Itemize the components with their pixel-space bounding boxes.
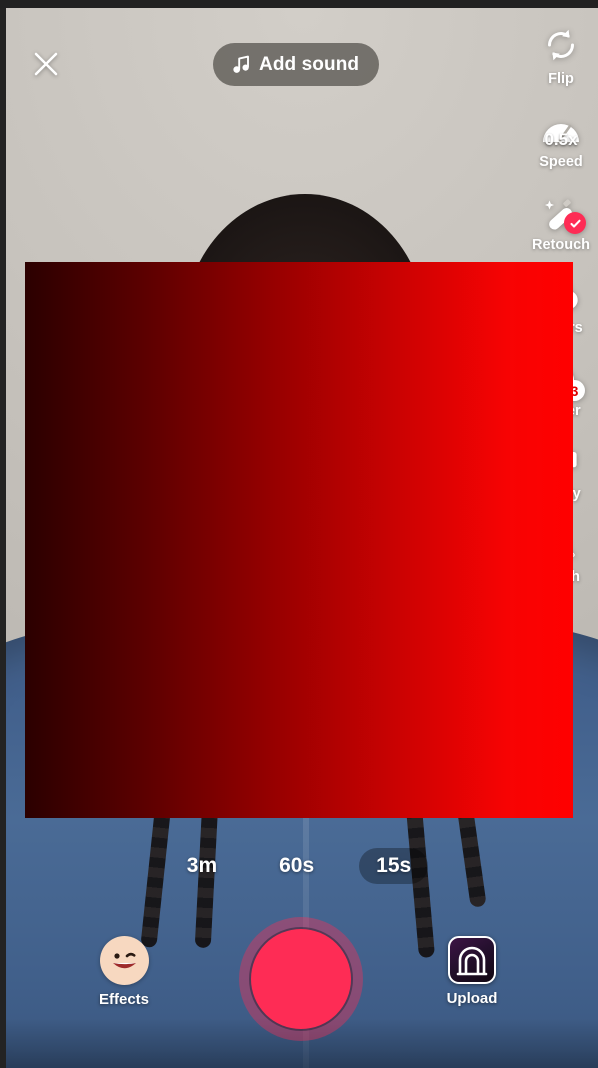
bottom-bar: Effects Upload	[0, 917, 598, 1041]
rail-item-speed[interactable]: 0.5x Speed	[524, 107, 598, 170]
check-icon	[569, 219, 581, 228]
gallery-arch-icon	[448, 936, 496, 984]
upload-label: Upload	[446, 990, 498, 1007]
effects-label: Effects	[98, 991, 150, 1008]
duration-option-3m[interactable]: 3m	[170, 848, 234, 884]
duration-selector: 3m 60s 15s	[0, 848, 598, 884]
retouch-enabled-badge	[564, 212, 586, 234]
add-sound-label: Add sound	[259, 53, 360, 75]
rail-item-flip[interactable]: Flip	[524, 24, 598, 87]
wink-face-icon	[99, 936, 149, 985]
upload-button[interactable]: Upload	[442, 936, 502, 1007]
rail-item-retouch[interactable]: Retouch	[524, 190, 598, 253]
speed-value: 0.5x	[544, 130, 578, 149]
left-edge-bezel	[0, 8, 6, 1068]
close-icon[interactable]	[28, 46, 64, 82]
music-note-icon	[233, 55, 249, 73]
record-button[interactable]	[239, 917, 363, 1041]
status-bar	[0, 0, 598, 8]
effects-button[interactable]: Effects	[94, 936, 154, 1008]
duration-option-15s[interactable]: 15s	[359, 848, 429, 884]
rail-label-flip: Flip	[548, 71, 574, 87]
top-bar: Add sound	[0, 8, 598, 108]
phone-screen: Add sound Flip 0.5x Speed Retouch 3 3m 6…	[0, 0, 598, 1068]
rail-label-speed: Speed	[539, 154, 583, 170]
speedometer-icon: 0.5x	[540, 107, 582, 149]
rail-label-retouch: Retouch	[532, 237, 590, 253]
duration-option-60s[interactable]: 60s	[262, 848, 331, 884]
magic-wand-icon	[540, 190, 586, 234]
add-sound-button[interactable]: Add sound	[213, 43, 380, 86]
flip-camera-icon	[540, 24, 582, 66]
red-overlay-block	[25, 262, 573, 818]
record-button-inner	[251, 929, 351, 1029]
